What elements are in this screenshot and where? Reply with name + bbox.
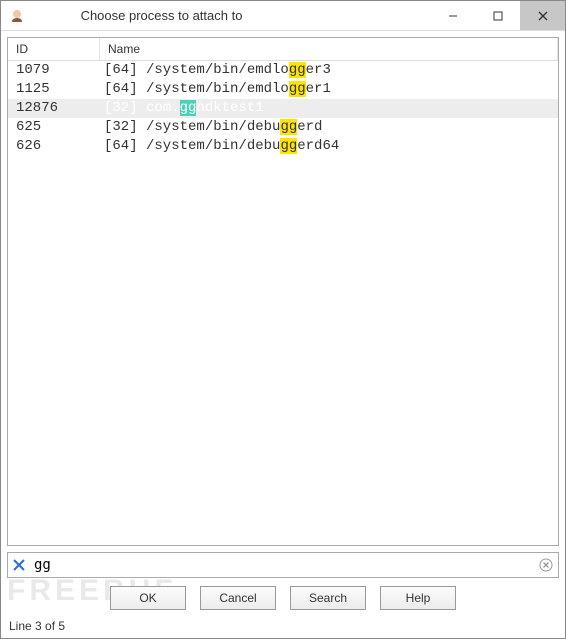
dialog-buttons: OK Cancel Search Help — [1, 582, 565, 616]
maximize-button[interactable] — [475, 1, 520, 30]
window-title: Choose process to attach to — [33, 8, 430, 23]
minimize-button[interactable] — [430, 1, 475, 30]
list-header: ID Name — [8, 38, 558, 61]
app-icon — [9, 8, 25, 24]
window-controls — [430, 1, 565, 30]
table-row[interactable]: 1079[64] /system/bin/emdlogger3 — [8, 61, 558, 80]
table-row[interactable]: 625[32] /system/bin/debuggerd — [8, 118, 558, 137]
table-row[interactable]: 1125[64] /system/bin/emdlogger1 — [8, 80, 558, 99]
search-bar — [7, 552, 559, 578]
cell-id: 12876 — [8, 99, 100, 118]
cell-id: 625 — [8, 118, 100, 137]
column-header-id[interactable]: ID — [8, 38, 100, 60]
cell-name: [64] /system/bin/emdlogger1 — [100, 80, 558, 99]
list-body[interactable]: 1079[64] /system/bin/emdlogger31125[64] … — [8, 61, 558, 545]
table-row[interactable]: 12876[32] com.ggndktest1 — [8, 99, 558, 118]
cell-name: [32] com.ggndktest1 — [100, 99, 558, 118]
cell-id: 1079 — [8, 61, 100, 80]
clear-search-icon[interactable] — [534, 558, 558, 572]
cell-name: [32] /system/bin/debuggerd — [100, 118, 558, 137]
column-header-name[interactable]: Name — [100, 38, 558, 60]
close-button[interactable] — [520, 1, 565, 30]
cell-name: [64] /system/bin/emdlogger3 — [100, 61, 558, 80]
cancel-button[interactable]: Cancel — [200, 586, 276, 610]
cell-name: [64] /system/bin/debuggerd64 — [100, 137, 558, 156]
title-bar: Choose process to attach to — [1, 1, 565, 31]
table-row[interactable]: 626[64] /system/bin/debuggerd64 — [8, 137, 558, 156]
help-button[interactable]: Help — [380, 586, 456, 610]
cell-id: 626 — [8, 137, 100, 156]
process-list: ID Name 1079[64] /system/bin/emdlogger31… — [7, 37, 559, 546]
cell-id: 1125 — [8, 80, 100, 99]
status-bar: Line 3 of 5 — [1, 616, 565, 638]
ok-button[interactable]: OK — [110, 586, 186, 610]
search-input[interactable] — [30, 555, 534, 575]
search-button[interactable]: Search — [290, 586, 366, 610]
filter-icon — [8, 558, 30, 572]
